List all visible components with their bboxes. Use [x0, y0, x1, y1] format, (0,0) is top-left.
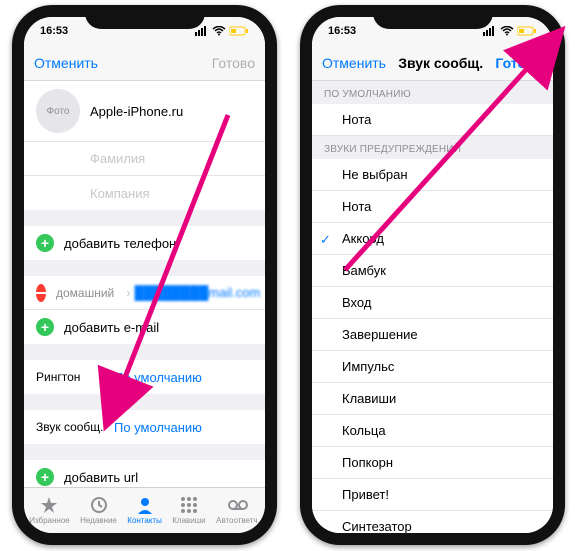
sound-name: Не выбран	[342, 167, 408, 182]
tab-favorites[interactable]: Избранное	[29, 496, 70, 525]
sound-name: Аккорд	[342, 231, 384, 246]
sound-name: Синтезатор	[342, 519, 412, 533]
plus-icon[interactable]: +	[36, 468, 54, 486]
time-label: 16:53	[328, 25, 356, 37]
add-url-label: добавить url	[64, 470, 138, 485]
add-phone-row[interactable]: + добавить телефон	[24, 226, 265, 260]
keypad-icon	[179, 496, 199, 514]
sound-row[interactable]: Клавиши	[312, 383, 553, 415]
company-row[interactable]: Компания	[24, 176, 265, 210]
notch	[85, 5, 205, 29]
email-row[interactable]: домашний › ████████mail.com	[24, 276, 265, 310]
cancel-button[interactable]: Отменить	[34, 55, 98, 71]
wifi-icon	[500, 26, 514, 36]
sound-row[interactable]: Кольца	[312, 415, 553, 447]
add-email-row[interactable]: + добавить e-mail	[24, 310, 265, 344]
tab-label: Избранное	[29, 516, 70, 525]
signal-icon	[483, 26, 497, 36]
check-icon: ✓	[320, 232, 331, 248]
sound-name: Кольца	[342, 423, 386, 438]
chevron-icon: ›	[126, 285, 130, 300]
content-right[interactable]: ПО УМОЛЧАНИЮ Нота ЗВУКИ ПРЕДУПРЕЖДЕНИЙ Н…	[312, 81, 553, 533]
tab-keypad[interactable]: Клавиши	[172, 496, 205, 525]
screen-left: 16:53 Отменить Готово Фото Apple-iPhone.…	[24, 17, 265, 533]
phone-left: 16:53 Отменить Готово Фото Apple-iPhone.…	[12, 5, 277, 545]
sound-row[interactable]: Не выбран	[312, 159, 553, 191]
sound-row[interactable]: Завершение	[312, 319, 553, 351]
name-row[interactable]: Фото Apple-iPhone.ru	[24, 81, 265, 142]
email-value[interactable]: ████████mail.com	[135, 285, 261, 300]
screen-right: 16:53 Отменить Звук сообщ. Готово ПО УМО…	[312, 17, 553, 533]
sound-row[interactable]: Синтезатор	[312, 511, 553, 533]
wifi-icon	[212, 26, 226, 36]
sound-row[interactable]: Вход	[312, 287, 553, 319]
sound-row[interactable]: Попкорн	[312, 447, 553, 479]
phone-right: 16:53 Отменить Звук сообщ. Готово ПО УМО…	[300, 5, 565, 545]
tab-bar: Избранное Недавние Контакты Клави	[24, 487, 265, 533]
photo-placeholder[interactable]: Фото	[36, 89, 80, 133]
time-label: 16:53	[40, 25, 68, 37]
sound-name: Нота	[342, 112, 371, 127]
sound-row[interactable]: Импульс	[312, 351, 553, 383]
company-field[interactable]: Компания	[90, 186, 150, 201]
cancel-button[interactable]: Отменить	[322, 55, 386, 71]
done-button[interactable]: Готово	[212, 55, 255, 71]
textsound-label: Звук сообщ.	[36, 420, 106, 434]
sound-row[interactable]: Бамбук	[312, 255, 553, 287]
content-left[interactable]: Фото Apple-iPhone.ru Фамилия Компания + …	[24, 81, 265, 487]
done-button[interactable]: Готово	[495, 55, 543, 71]
sound-name: Импульс	[342, 359, 394, 374]
tab-label: Недавние	[80, 516, 117, 525]
add-email-label: добавить e-mail	[64, 320, 159, 335]
surname-field[interactable]: Фамилия	[90, 151, 145, 166]
section-header-default: ПО УМОЛЧАНИЮ	[312, 81, 553, 104]
plus-icon[interactable]: +	[36, 234, 54, 252]
nav-title: Звук сообщ.	[398, 55, 483, 71]
ringtone-label: Рингтон	[36, 370, 106, 384]
sound-name: Бамбук	[342, 263, 386, 278]
textsound-value: По умолчанию	[114, 420, 202, 435]
notch	[373, 5, 493, 29]
section-header-alerts: ЗВУКИ ПРЕДУПРЕЖДЕНИЙ	[312, 136, 553, 159]
nav-bar: Отменить Готово	[24, 45, 265, 81]
battery-icon	[517, 26, 537, 36]
tab-voicemail[interactable]: Автоответч.	[216, 496, 260, 525]
star-icon	[39, 496, 59, 514]
surname-row[interactable]: Фамилия	[24, 142, 265, 176]
tab-label: Автоответч.	[216, 516, 260, 525]
minus-icon[interactable]	[36, 284, 46, 302]
plus-icon[interactable]: +	[36, 318, 54, 336]
nav-bar: Отменить Звук сообщ. Готово	[312, 45, 553, 81]
sound-name: Завершение	[342, 327, 418, 342]
contacts-icon	[135, 496, 155, 514]
status-icons	[195, 26, 249, 36]
name-field[interactable]: Apple-iPhone.ru	[90, 104, 183, 119]
battery-icon	[229, 26, 249, 36]
signal-icon	[195, 26, 209, 36]
sound-name: Клавиши	[342, 391, 396, 406]
clock-icon	[89, 496, 109, 514]
tab-label: Контакты	[127, 516, 162, 525]
voicemail-icon	[227, 496, 249, 514]
sound-name: Вход	[342, 295, 371, 310]
email-label[interactable]: домашний	[56, 286, 114, 300]
sound-row[interactable]: Привет!	[312, 479, 553, 511]
sound-name: Попкорн	[342, 455, 393, 470]
ringtone-row[interactable]: Рингтон По умолчанию	[24, 360, 265, 394]
ringtone-value: По умолчанию	[114, 370, 202, 385]
add-url-row[interactable]: + добавить url	[24, 460, 265, 487]
tab-label: Клавиши	[172, 516, 205, 525]
sound-row[interactable]: ✓ Аккорд	[312, 223, 553, 255]
sound-name: Нота	[342, 199, 371, 214]
status-icons	[483, 26, 537, 36]
sound-name: Привет!	[342, 487, 389, 502]
tab-contacts[interactable]: Контакты	[127, 496, 162, 525]
sound-row[interactable]: Нота	[312, 191, 553, 223]
add-phone-label: добавить телефон	[64, 236, 176, 251]
sound-row-default[interactable]: Нота	[312, 104, 553, 136]
textsound-row[interactable]: Звук сообщ. По умолчанию	[24, 410, 265, 444]
tab-recents[interactable]: Недавние	[80, 496, 117, 525]
